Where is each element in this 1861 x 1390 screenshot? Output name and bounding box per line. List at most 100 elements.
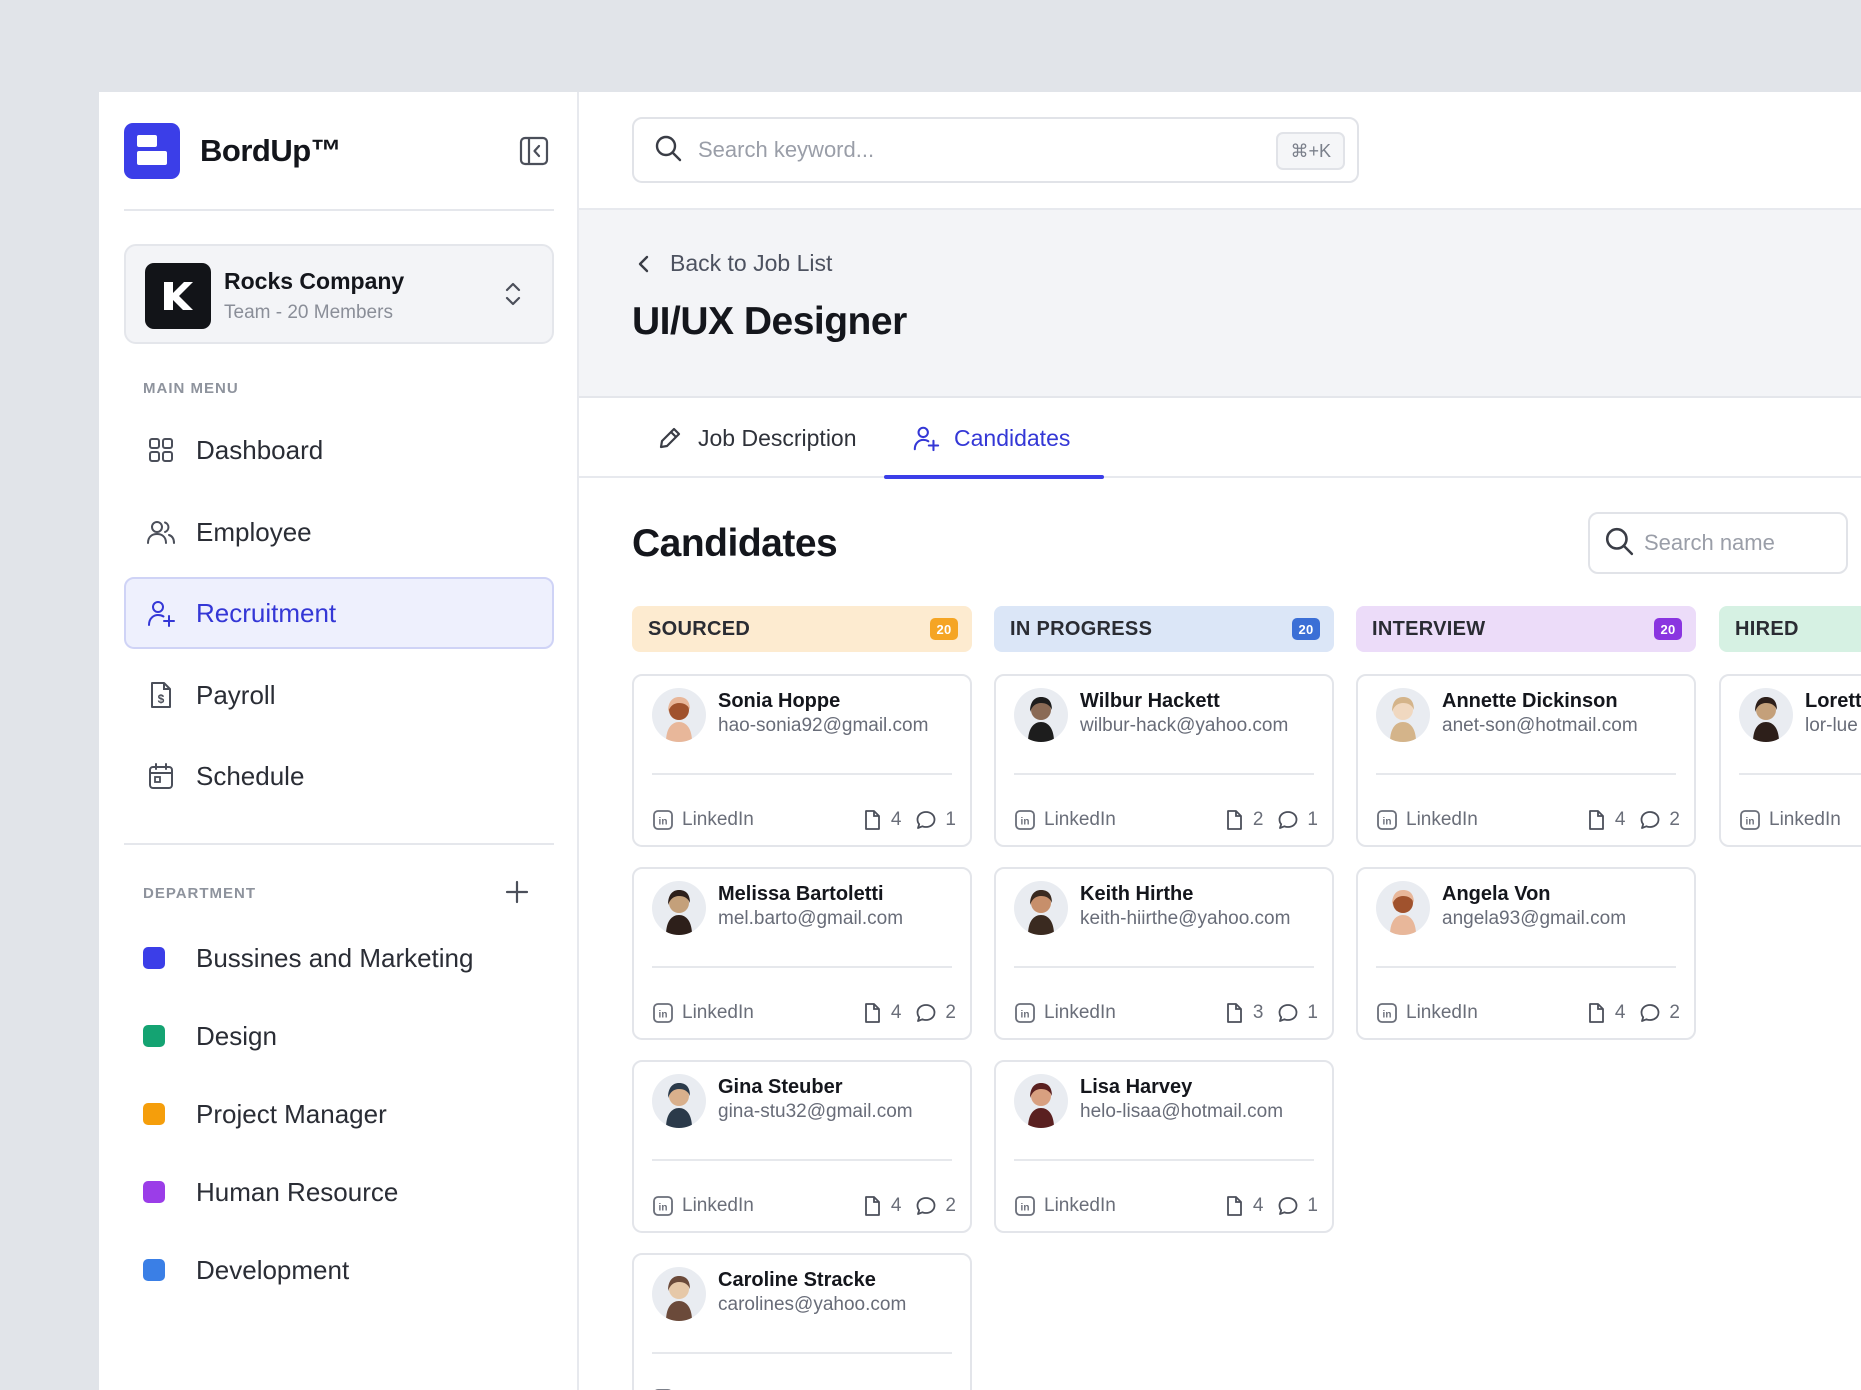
department-item-human-resource[interactable]: Human Resource bbox=[143, 1172, 398, 1212]
linkedin-link[interactable]: in LinkedIn bbox=[652, 1002, 754, 1024]
linkedin-label: LinkedIn bbox=[1406, 1002, 1478, 1023]
tab-label: Job Description bbox=[698, 424, 857, 451]
tab-job-description[interactable]: Job Description bbox=[656, 398, 857, 478]
tab-candidates[interactable]: Candidates bbox=[884, 398, 1104, 479]
top-bar: ⌘+K bbox=[579, 92, 1861, 210]
brand-logo bbox=[124, 123, 180, 179]
chevron-updown-icon[interactable] bbox=[501, 278, 525, 310]
collapse-sidebar-icon[interactable] bbox=[519, 135, 549, 167]
search-icon bbox=[654, 134, 682, 167]
linkedin-label: LinkedIn bbox=[1044, 1002, 1116, 1023]
file-count: 4 bbox=[890, 1002, 902, 1023]
main-menu-label: MAIN MENU bbox=[143, 380, 239, 397]
candidate-card[interactable]: Angela Von angela93@gmail.com in LinkedIn 4 2 bbox=[1356, 867, 1696, 1040]
back-link[interactable]: Back to Job List bbox=[632, 250, 832, 277]
candidate-name: Loretta bbox=[1805, 690, 1861, 712]
candidate-search-input[interactable] bbox=[1644, 530, 1844, 556]
candidate-card[interactable]: Gina Steuber gina-stu32@gmail.com in Linked… bbox=[632, 1060, 972, 1233]
file-icon bbox=[1588, 1003, 1604, 1023]
linkedin-label: LinkedIn bbox=[1406, 809, 1478, 830]
file-icon bbox=[864, 1003, 880, 1023]
divider bbox=[124, 843, 554, 845]
linkedin-link[interactable]: in LinkedIn bbox=[1376, 1002, 1478, 1024]
candidate-card[interactable]: Caroline Strackecarolines@yahoo.cominLin… bbox=[632, 1253, 972, 1390]
sidebar-item-employee[interactable]: Employee bbox=[124, 496, 554, 568]
file-count: 4 bbox=[890, 1195, 902, 1216]
candidate-card[interactable]: Keith Hirthe keith-hiirthe@yahoo.com in Lin… bbox=[994, 867, 1334, 1040]
sidebar-item-schedule[interactable]: Schedule bbox=[124, 740, 554, 812]
candidate-search[interactable] bbox=[1588, 512, 1848, 574]
department-item-business-marketing[interactable]: Bussines and Marketing bbox=[143, 938, 473, 978]
comment-count: 1 bbox=[1307, 1002, 1318, 1023]
candidate-card[interactable]: Melissa Bartoletti mel.barto@gmail.com in L… bbox=[632, 867, 972, 1040]
dollar-file-icon: $ bbox=[146, 680, 176, 710]
add-department-icon[interactable] bbox=[503, 878, 531, 906]
search-input[interactable] bbox=[698, 137, 1258, 163]
global-search[interactable]: ⌘+K bbox=[632, 117, 1359, 183]
card-divider bbox=[652, 773, 952, 775]
linkedin-link[interactable]: in LinkedIn bbox=[1376, 809, 1478, 831]
candidate-email: wilbur-hack@yahoo.com bbox=[1080, 715, 1289, 736]
candidate-card[interactable]: Annette Dickinson anet-son@hotmail.com in L… bbox=[1356, 674, 1696, 847]
linkedin-label: LinkedIn bbox=[1769, 809, 1841, 830]
candidate-card[interactable]: Lisa Harvey helo-lisaa@hotmail.com in Linke… bbox=[994, 1060, 1334, 1233]
comment-icon bbox=[917, 1004, 936, 1022]
company-name: Rocks Company bbox=[224, 268, 405, 294]
sidebar-item-label: Employee bbox=[196, 516, 312, 547]
sidebar-item-label: Dashboard bbox=[196, 434, 324, 465]
brand[interactable]: BordUp™ bbox=[124, 123, 342, 179]
linkedin-label: LinkedIn bbox=[682, 1195, 754, 1216]
sidebar-item-payroll[interactable]: $ Payroll bbox=[124, 659, 554, 731]
svg-text:in: in bbox=[1383, 1010, 1392, 1021]
svg-text:in: in bbox=[1746, 817, 1755, 828]
user-plus-icon bbox=[913, 426, 940, 452]
card-divider bbox=[1014, 1159, 1314, 1161]
file-count: 4 bbox=[1614, 809, 1626, 830]
column-header-hired[interactable]: HIRED bbox=[1719, 606, 1861, 652]
linkedin-icon: in bbox=[653, 1196, 673, 1216]
linkedin-icon: in bbox=[1015, 1196, 1035, 1216]
candidate-email: hao-sonia92@gmail.com bbox=[718, 715, 929, 736]
file-icon bbox=[1226, 1003, 1242, 1023]
column-title: SOURCED bbox=[648, 617, 751, 640]
candidate-card[interactable]: Sonia Hoppe hao-sonia92@gmail.com in Linked… bbox=[632, 674, 972, 847]
file-icon bbox=[1226, 810, 1242, 830]
linkedin-label: LinkedIn bbox=[682, 1002, 754, 1023]
department-item-project-manager[interactable]: Project Manager bbox=[143, 1094, 387, 1134]
svg-text:$: $ bbox=[158, 692, 165, 706]
file-count: 3 bbox=[1252, 1002, 1264, 1023]
linkedin-link[interactable]: in LinkedIn bbox=[1014, 1002, 1116, 1024]
linkedin-link[interactable]: in LinkedIn bbox=[1014, 1195, 1116, 1217]
column-header-sourced[interactable]: SOURCED 20 bbox=[632, 606, 972, 652]
linkedin-label: LinkedIn bbox=[682, 809, 754, 830]
linkedin-link[interactable]: in LinkedIn bbox=[1014, 809, 1116, 831]
sidebar-item-label: Payroll bbox=[196, 679, 276, 710]
candidate-email: angela93@gmail.com bbox=[1442, 908, 1627, 929]
linkedin-link[interactable]: in LinkedIn bbox=[1739, 809, 1841, 831]
comment-count: 1 bbox=[945, 809, 956, 830]
column-header-in-progress[interactable]: IN PROGRESS 20 bbox=[994, 606, 1334, 652]
comment-icon bbox=[1279, 811, 1298, 829]
card-footer: in LinkedIn 2 1 bbox=[1014, 808, 1318, 832]
department-color-dot bbox=[143, 1103, 165, 1125]
department-color-dot bbox=[143, 1025, 165, 1047]
candidate-card[interactable]: Wilbur Hackett wilbur-hack@yahoo.com in Lin… bbox=[994, 674, 1334, 847]
linkedin-link[interactable]: in LinkedIn bbox=[652, 1195, 754, 1217]
linkedin-label: LinkedIn bbox=[1044, 809, 1116, 830]
company-switcher[interactable]: Rocks Company Team - 20 Members bbox=[124, 244, 554, 344]
candidate-name: Caroline Stracke bbox=[718, 1269, 876, 1291]
comment-icon bbox=[1279, 1197, 1298, 1215]
department-color-dot bbox=[143, 1259, 165, 1281]
sidebar-item-dashboard[interactable]: Dashboard bbox=[124, 414, 554, 486]
svg-text:in: in bbox=[1383, 817, 1392, 828]
linkedin-link[interactable]: in LinkedIn bbox=[652, 809, 754, 831]
candidate-card[interactable]: Loretta lor-lue in LinkedIn bbox=[1719, 674, 1861, 847]
column-title: IN PROGRESS bbox=[1010, 617, 1153, 640]
department-item-development[interactable]: Development bbox=[143, 1250, 349, 1290]
svg-text:in: in bbox=[1021, 1203, 1030, 1214]
sidebar-item-recruitment[interactable]: Recruitment bbox=[124, 577, 554, 649]
divider bbox=[124, 209, 554, 211]
card-divider bbox=[652, 1159, 952, 1161]
department-item-design[interactable]: Design bbox=[143, 1016, 277, 1056]
column-header-interview[interactable]: INTERVIEW 20 bbox=[1356, 606, 1696, 652]
